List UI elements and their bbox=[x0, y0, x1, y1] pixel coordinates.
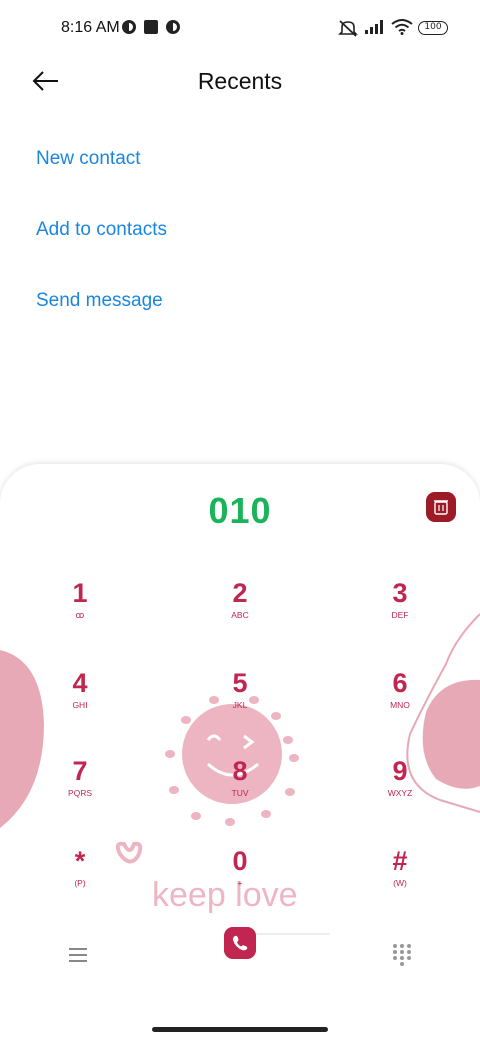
key-digit: 7 bbox=[72, 756, 88, 786]
key-digit: * bbox=[74, 846, 86, 876]
key-letters: + bbox=[237, 878, 243, 888]
key-0[interactable]: 0 + bbox=[195, 846, 285, 916]
voicemail-icon: ꝏ bbox=[75, 610, 85, 620]
key-letters: GHI bbox=[72, 700, 88, 710]
key-digit: 6 bbox=[392, 668, 408, 698]
battery-icon: 100 bbox=[418, 21, 448, 35]
keypad-icon[interactable] bbox=[391, 942, 413, 966]
circle-notification-icon bbox=[122, 20, 136, 34]
key-2[interactable]: 2 ABC bbox=[195, 578, 285, 648]
status-time: 8:16 AM bbox=[61, 19, 120, 36]
key-digit: # bbox=[392, 846, 408, 876]
key-6[interactable]: 6 MNO bbox=[355, 668, 445, 738]
key-5[interactable]: 5 JKL bbox=[195, 668, 285, 738]
key-digit: 0 bbox=[232, 846, 248, 876]
key-digit: 5 bbox=[232, 668, 248, 698]
header: Recents bbox=[0, 56, 480, 112]
key-digit: 4 bbox=[72, 668, 88, 698]
wifi-icon bbox=[391, 19, 413, 35]
key-1[interactable]: 1 ꝏ bbox=[35, 578, 125, 648]
key-hash[interactable]: # (W) bbox=[355, 846, 445, 916]
key-letters: DEF bbox=[391, 610, 409, 620]
page-title: Recents bbox=[197, 68, 283, 94]
send-message-button[interactable]: Send message bbox=[36, 290, 163, 312]
new-contact-button[interactable]: New contact bbox=[36, 148, 141, 170]
signal-icon bbox=[365, 20, 383, 34]
key-letters: ABC bbox=[231, 610, 249, 620]
menu-icon[interactable] bbox=[66, 944, 90, 966]
add-to-contacts-button[interactable]: Add to contacts bbox=[36, 219, 167, 241]
key-digit: 8 bbox=[232, 756, 248, 786]
key-letters: TUV bbox=[231, 788, 249, 798]
dialer-panel: keep love 010 1 ꝏ 2 ABC 3 DEF 4 GHI 5 JK… bbox=[0, 464, 480, 1040]
key-7[interactable]: 7 PQRS bbox=[35, 756, 125, 826]
call-button[interactable] bbox=[224, 927, 256, 959]
key-digit: 3 bbox=[392, 578, 408, 608]
home-indicator[interactable] bbox=[152, 1027, 328, 1032]
key-star[interactable]: * (P) bbox=[35, 846, 125, 916]
key-9[interactable]: 9 WXYZ bbox=[355, 756, 445, 826]
key-letters: JKL bbox=[232, 700, 248, 710]
key-letters: MNO bbox=[390, 700, 410, 710]
key-4[interactable]: 4 GHI bbox=[35, 668, 125, 738]
key-letters: PQRS bbox=[67, 788, 93, 798]
key-digit: 9 bbox=[392, 756, 408, 786]
status-bar: 8:16 AM 100 bbox=[0, 0, 480, 56]
key-digit: 2 bbox=[232, 578, 248, 608]
key-letters: WXYZ bbox=[387, 788, 413, 798]
square-notification-icon bbox=[144, 20, 158, 34]
key-8[interactable]: 8 TUV bbox=[195, 756, 285, 826]
key-3[interactable]: 3 DEF bbox=[355, 578, 445, 648]
delete-icon[interactable] bbox=[426, 492, 456, 522]
key-digit: 1 bbox=[72, 578, 88, 608]
circle-notification-icon bbox=[166, 20, 180, 34]
mute-icon bbox=[338, 20, 358, 37]
key-letters: (P) bbox=[74, 878, 86, 888]
key-letters: (W) bbox=[393, 878, 407, 888]
dialed-number: 010 bbox=[208, 490, 272, 531]
